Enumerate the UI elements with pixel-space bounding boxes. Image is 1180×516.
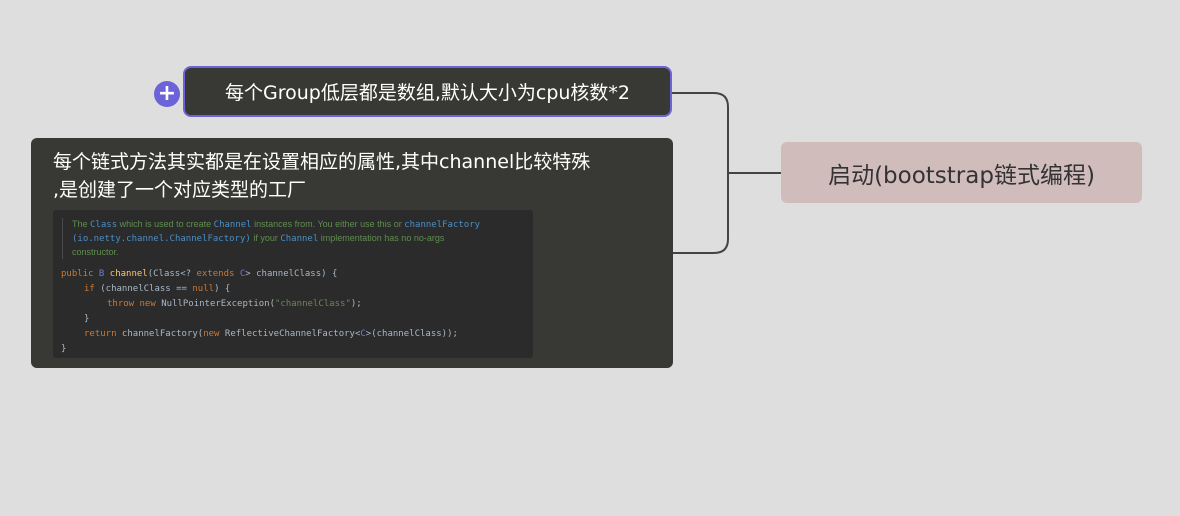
doc-ref: channelFactory — [404, 220, 481, 230]
code-line-6: } — [61, 344, 67, 354]
doc-ref: Channel — [213, 220, 252, 230]
topic-group-array[interactable]: 每个Group低层都是数组,默认大小为cpu核数*2 — [183, 66, 672, 117]
topic-title: 每个链式方法其实都是在设置相应的属性,其中channel比较特殊 ,是创建了一个… — [53, 148, 663, 204]
code-snippet-image: The Class which is used to create Channe… — [53, 210, 533, 358]
topic-title-line2: ,是创建了一个对应类型的工厂 — [53, 179, 307, 201]
plus-icon: + — [157, 81, 177, 106]
topic-label: 每个Group低层都是数组,默认大小为cpu核数*2 — [224, 82, 631, 104]
code-line-1: public B channel(Class<? extends C> chan… — [61, 269, 338, 279]
root-topic-label: 启动(bootstrap链式编程) — [828, 162, 1095, 189]
code-line-2: if (channelClass == null) { — [84, 284, 231, 294]
code-line-5: return channelFactory(new ReflectiveChan… — [84, 329, 458, 339]
javadoc-comment: The Class which is used to create Channe… — [62, 218, 527, 259]
doc-text: which is used to create — [117, 219, 214, 229]
code-line-4: } — [84, 314, 90, 324]
doc-ref: (io.netty.channel.ChannelFactory) — [72, 234, 251, 244]
topic-chain-methods[interactable]: 每个链式方法其实都是在设置相应的属性,其中channel比较特殊 ,是创建了一个… — [31, 138, 673, 368]
doc-text: instances from. You either use this or — [251, 219, 405, 229]
doc-ref: Channel — [280, 234, 319, 244]
doc-text: The — [72, 219, 91, 229]
add-node-button[interactable]: + — [154, 81, 180, 107]
root-topic-bootstrap[interactable]: 启动(bootstrap链式编程) — [781, 142, 1142, 203]
doc-ref: Class — [90, 220, 118, 230]
code-line-3: throw new NullPointerException("channelC… — [107, 299, 362, 309]
topic-title-line1: 每个链式方法其实都是在设置相应的属性,其中channel比较特殊 — [53, 151, 591, 173]
doc-text: implementation has no no-args — [318, 233, 445, 243]
doc-text: if your — [250, 233, 281, 243]
doc-text: constructor. — [72, 247, 119, 257]
